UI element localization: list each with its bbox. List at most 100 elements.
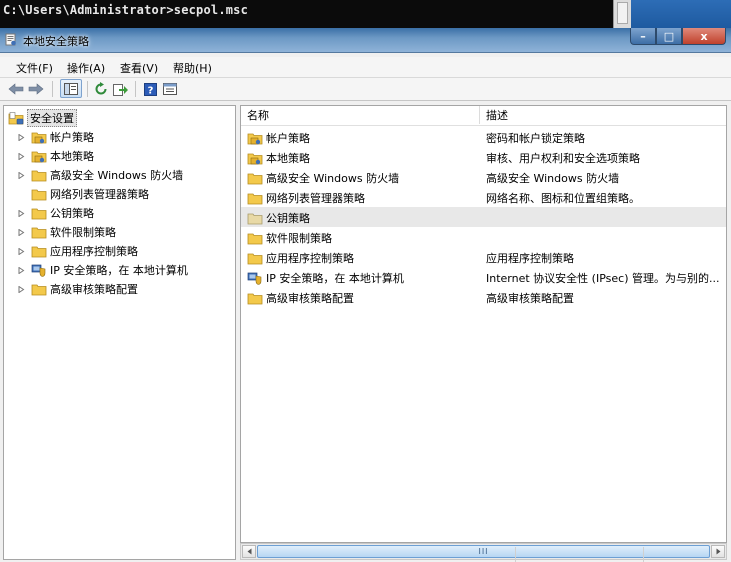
- expand-arrow-icon[interactable]: [18, 285, 25, 293]
- menu-file[interactable]: 文件(F): [16, 60, 53, 76]
- folder-icon: [31, 283, 47, 296]
- list-item-description: 密码和帐户锁定策略: [486, 132, 585, 145]
- export-list-icon[interactable]: [112, 81, 128, 97]
- scroll-right-icon[interactable]: [711, 545, 725, 558]
- list-row-public-key-policies[interactable]: 公钥策略: [241, 207, 726, 227]
- folder-icon: [31, 169, 47, 182]
- list-item-name: 公钥策略: [266, 212, 310, 225]
- tree-item-label: 高级安全 Windows 防火墙: [50, 169, 184, 182]
- column-header-name[interactable]: 名称: [241, 106, 480, 124]
- toolbar-separator: [135, 81, 136, 97]
- console-command-line: C:\Users\Administrator>secpol.msc: [3, 3, 249, 17]
- tree-item-label: 软件限制策略: [50, 226, 116, 239]
- ipsec-shield-icon: [247, 272, 263, 285]
- list-item-description: 应用程序控制策略: [486, 252, 574, 265]
- folder-icon: [31, 188, 47, 201]
- toolbar: ?: [0, 78, 731, 101]
- column-header-row: 名称 描述: [241, 106, 726, 126]
- tree-item-label: 公钥策略: [50, 207, 94, 220]
- folder-icon: [247, 252, 263, 265]
- list-row-network-list-manager[interactable]: 网络列表管理器策略 网络名称、图标和位置组策略。: [241, 187, 726, 207]
- list-item-name: 高级审核策略配置: [266, 292, 354, 305]
- expand-arrow-icon[interactable]: [18, 228, 25, 236]
- policy-folder-icon: [247, 152, 263, 165]
- menu-bar: 文件(F) 操作(A) 查看(V) 帮助(H): [0, 57, 731, 78]
- list-item-name: 高级安全 Windows 防火墙: [266, 172, 400, 185]
- tree-item-local-policies[interactable]: 本地策略: [18, 147, 249, 165]
- list-item-description: Internet 协议安全性 (IPsec) 管理。为与别的...: [486, 272, 720, 285]
- window-controls: – □ x: [630, 28, 726, 46]
- console-scrollbar[interactable]: [613, 0, 632, 28]
- tree-root-item[interactable]: 安全设置: [8, 109, 239, 127]
- menu-view[interactable]: 查看(V): [120, 60, 158, 76]
- list-item-name: 应用程序控制策略: [266, 252, 354, 265]
- tree-item-label: 高级审核策略配置: [50, 283, 138, 296]
- local-security-policy-window: 本地安全策略 – □ x 文件(F) 操作(A) 查看(V) 帮助(H) ? 安…: [0, 28, 731, 562]
- list-item-description: 网络名称、图标和位置组策略。: [486, 192, 640, 205]
- folder-icon: [247, 192, 263, 205]
- column-header-description[interactable]: 描述: [480, 106, 726, 124]
- list-item-name: 本地策略: [266, 152, 310, 165]
- list-row-windows-firewall[interactable]: 高级安全 Windows 防火墙 高级安全 Windows 防火墙: [241, 167, 726, 187]
- back-arrow-icon[interactable]: [8, 81, 24, 97]
- expand-arrow-icon[interactable]: [18, 152, 25, 160]
- toolbar-separator: [87, 81, 88, 97]
- folder-icon: [247, 232, 263, 245]
- policy-folder-icon: [31, 131, 47, 144]
- tree-item-application-control[interactable]: 应用程序控制策略: [18, 242, 249, 260]
- folder-icon: [247, 292, 263, 305]
- help-icon[interactable]: ?: [142, 81, 158, 97]
- tree-item-windows-firewall[interactable]: 高级安全 Windows 防火墙: [18, 166, 249, 184]
- close-button[interactable]: x: [682, 28, 726, 45]
- list-row-account-policies[interactable]: 帐户策略 密码和帐户锁定策略: [241, 127, 726, 147]
- title-bar[interactable]: 本地安全策略 – □ x: [0, 28, 731, 53]
- app-icon: [5, 33, 17, 46]
- menu-help[interactable]: 帮助(H): [173, 60, 212, 76]
- refresh-icon[interactable]: [93, 81, 109, 97]
- minimize-button[interactable]: –: [630, 28, 656, 45]
- expand-arrow-icon[interactable]: [18, 209, 25, 217]
- console-scrollbar-thumb[interactable]: [617, 2, 628, 24]
- folder-icon: [247, 172, 263, 185]
- maximize-button[interactable]: □: [656, 28, 682, 45]
- expand-arrow-icon[interactable]: [18, 247, 25, 255]
- list-row-ip-security[interactable]: IP 安全策略，在 本地计算机 Internet 协议安全性 (IPsec) 管…: [241, 267, 726, 287]
- tree-item-label: IP 安全策略，在 本地计算机: [50, 264, 188, 277]
- list-row-local-policies[interactable]: 本地策略 审核、用户权利和安全选项策略: [241, 147, 726, 167]
- details-list-pane[interactable]: 名称 描述 帐户策略 密码和帐户锁定策略 本地策略 审核、用户权利和安全选项策略…: [240, 105, 727, 543]
- tree-item-label: 帐户策略: [50, 131, 94, 144]
- tree-item-label: 应用程序控制策略: [50, 245, 138, 258]
- list-row-application-control[interactable]: 应用程序控制策略 应用程序控制策略: [241, 247, 726, 267]
- tree-item-advanced-audit[interactable]: 高级审核策略配置: [18, 280, 249, 298]
- tree-item-network-list-manager[interactable]: 网络列表管理器策略: [31, 185, 262, 203]
- list-item-name: 帐户策略: [266, 132, 310, 145]
- console-tree-pane[interactable]: 安全设置 帐户策略 本地策略 高级安全 Windows 防火墙 网络列表管理器策…: [3, 105, 236, 560]
- expand-arrow-icon[interactable]: [18, 133, 25, 141]
- policy-folder-icon: [31, 150, 47, 163]
- show-hide-console-tree-icon[interactable]: [60, 79, 82, 98]
- properties-icon[interactable]: [162, 81, 178, 97]
- forward-arrow-icon[interactable]: [28, 81, 44, 97]
- list-row-software-restriction[interactable]: 软件限制策略: [241, 227, 726, 247]
- list-item-name: IP 安全策略，在 本地计算机: [266, 272, 404, 285]
- tree-item-ip-security[interactable]: IP 安全策略，在 本地计算机: [18, 261, 249, 279]
- expand-arrow-icon[interactable]: [18, 171, 25, 179]
- tree-item-public-key-policies[interactable]: 公钥策略: [18, 204, 249, 222]
- expand-arrow-icon[interactable]: [18, 266, 25, 274]
- ipsec-shield-icon: [31, 264, 47, 277]
- toolbar-separator: [52, 81, 53, 97]
- menu-action[interactable]: 操作(A): [67, 60, 105, 76]
- horizontal-scrollbar[interactable]: III: [240, 543, 727, 560]
- security-settings-icon: [8, 111, 24, 125]
- folder-icon: [31, 245, 47, 258]
- tree-item-account-policies[interactable]: 帐户策略: [18, 128, 249, 146]
- list-row-advanced-audit[interactable]: 高级审核策略配置 高级审核策略配置: [241, 287, 726, 307]
- folder-icon: [247, 212, 263, 225]
- desktop-background: [631, 0, 731, 28]
- list-item-description: 高级安全 Windows 防火墙: [486, 172, 620, 185]
- tree-item-software-restriction[interactable]: 软件限制策略: [18, 223, 249, 241]
- list-item-description: 审核、用户权利和安全选项策略: [486, 152, 640, 165]
- folder-icon: [31, 207, 47, 220]
- scroll-left-icon[interactable]: [242, 545, 256, 558]
- tree-item-label: 网络列表管理器策略: [50, 188, 149, 201]
